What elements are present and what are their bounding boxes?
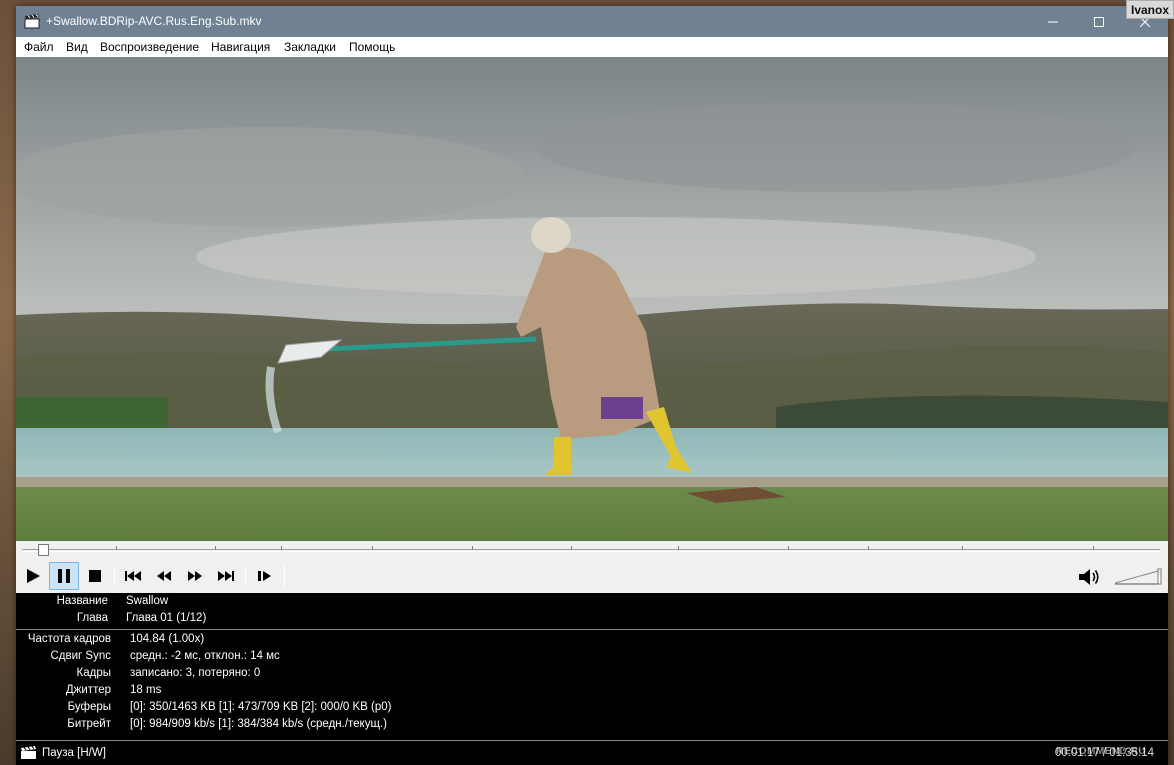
menu-file[interactable]: Файл xyxy=(24,40,54,54)
volume-thumb xyxy=(1157,568,1162,585)
chapter-tick xyxy=(372,546,373,550)
fast-forward-icon xyxy=(188,571,202,581)
chapter-tick xyxy=(1093,546,1094,550)
chapter-tick xyxy=(571,546,572,550)
chapter-tick xyxy=(116,546,117,550)
volume-slider[interactable] xyxy=(1114,567,1162,585)
chapter-tick xyxy=(788,546,789,550)
maximize-button[interactable] xyxy=(1076,6,1122,37)
chapter-tick xyxy=(868,546,869,550)
info-label: Битрейт xyxy=(67,718,111,730)
fast-forward-button[interactable] xyxy=(180,562,210,590)
rewind-icon xyxy=(157,571,171,581)
control-bar xyxy=(16,559,1168,593)
maximize-icon xyxy=(1094,16,1104,27)
separator xyxy=(245,565,246,587)
chapter-tick xyxy=(678,546,679,550)
play-button[interactable] xyxy=(18,562,48,590)
app-clapper-icon[interactable] xyxy=(24,13,40,29)
title-bar[interactable]: +Swallow.BDRip-AVC.Rus.Eng.Sub.mkv xyxy=(16,6,1168,37)
window-title: +Swallow.BDRip-AVC.Rus.Eng.Sub.mkv xyxy=(46,14,262,28)
frame-step-button[interactable] xyxy=(250,562,280,590)
previous-button[interactable] xyxy=(118,562,148,590)
info-label: Частота кадров xyxy=(27,633,111,645)
pause-button[interactable] xyxy=(49,562,79,590)
info-label: Кадры xyxy=(76,667,111,679)
seek-track[interactable] xyxy=(22,549,1160,552)
menu-bar: Файл Вид Воспроизведение Навигация Закла… xyxy=(16,37,1168,57)
minimize-icon xyxy=(1048,21,1058,22)
menu-view[interactable]: Вид xyxy=(66,40,88,54)
user-badge: Ivanox xyxy=(1126,0,1174,19)
chapter-tick xyxy=(281,546,282,550)
video-frame-image xyxy=(16,57,1168,541)
info-label: Джиттер xyxy=(65,684,111,696)
info-value: средн.: -2 мс, отклон.: 14 мс xyxy=(130,650,280,662)
info-value: записано: 3, потеряно: 0 xyxy=(130,667,261,679)
info-value: [0]: 350/1463 KB [1]: 473/709 KB [2]: 00… xyxy=(130,701,392,713)
info-value: Глава 01 (1/12) xyxy=(126,612,207,624)
watermark: RECOMMEND.RU xyxy=(1056,746,1146,757)
menu-navigate[interactable]: Навигация xyxy=(211,40,270,54)
info-label: Глава xyxy=(76,612,108,624)
status-bar: Пауза [H/W] 00:01:17 / 01:35:14 RECOMMEN… xyxy=(16,740,1168,765)
minimize-button[interactable] xyxy=(1030,6,1076,37)
media-player-window: +Swallow.BDRip-AVC.Rus.Eng.Sub.mkv Файл … xyxy=(16,6,1168,765)
chapter-tick xyxy=(962,546,963,550)
play-icon xyxy=(27,569,40,583)
info-label: Буферы xyxy=(67,701,111,713)
seek-bar[interactable] xyxy=(16,541,1168,559)
separator xyxy=(114,565,115,587)
video-frame[interactable] xyxy=(16,57,1168,541)
menu-help[interactable]: Помощь xyxy=(349,40,395,54)
menu-playback[interactable]: Воспроизведение xyxy=(100,40,199,54)
rewind-button[interactable] xyxy=(149,562,179,590)
info-value: Swallow xyxy=(126,595,169,607)
next-button[interactable] xyxy=(211,562,241,590)
stop-button[interactable] xyxy=(80,562,110,590)
stop-icon xyxy=(89,570,101,582)
info-value: 104.84 (1.00x) xyxy=(130,633,205,645)
info-panel: Название Swallow Глава Глава 01 (1/12) Ч… xyxy=(16,593,1168,740)
info-value: [0]: 984/909 kb/s [1]: 384/384 kb/s (сре… xyxy=(130,718,387,730)
info-value: 18 ms xyxy=(130,684,162,696)
info-label: Название xyxy=(56,595,108,607)
separator xyxy=(284,565,285,587)
menu-bookmarks[interactable]: Закладки xyxy=(284,40,336,54)
clapper-icon xyxy=(21,746,36,759)
skip-forward-icon xyxy=(218,571,234,581)
seek-thumb[interactable] xyxy=(38,544,49,556)
divider xyxy=(16,629,1168,630)
desktop-background: Ivanox +Swallow.BDRip-AVC.Rus.Eng.Sub.mk… xyxy=(0,0,1174,765)
chapter-tick xyxy=(472,546,473,550)
skip-back-icon xyxy=(125,571,141,581)
chapter-tick xyxy=(215,546,216,550)
frame-step-icon xyxy=(258,571,271,581)
status-text: Пауза [H/W] xyxy=(42,747,106,759)
pause-icon xyxy=(58,569,70,583)
info-label: Сдвиг Sync xyxy=(50,650,111,662)
volume-icon[interactable] xyxy=(1077,567,1101,587)
